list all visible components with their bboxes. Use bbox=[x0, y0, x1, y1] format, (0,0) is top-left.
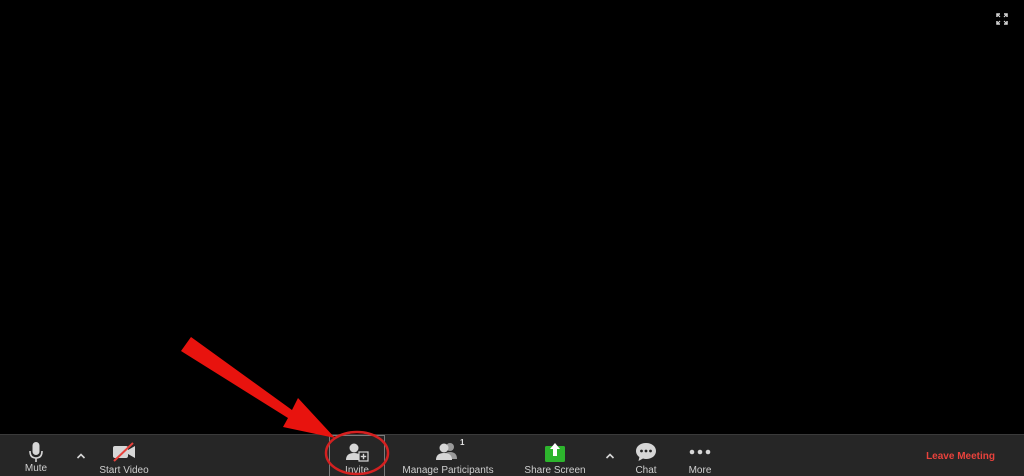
chat-label: Chat bbox=[635, 465, 657, 476]
chat-button[interactable]: Chat bbox=[626, 435, 666, 476]
video-off-icon bbox=[111, 440, 137, 464]
participants-icon bbox=[434, 440, 462, 464]
more-label: More bbox=[688, 465, 712, 476]
share-options-chevron-up-icon[interactable] bbox=[604, 449, 616, 461]
start-video-label: Start Video bbox=[99, 465, 149, 476]
invite-button[interactable]: Invite bbox=[330, 435, 384, 476]
leave-meeting-button[interactable]: Leave Meeting bbox=[926, 451, 995, 462]
meeting-toolbar: Mute Start Video Invite Manage Participa… bbox=[0, 434, 1024, 476]
more-dots-icon bbox=[688, 440, 712, 464]
microphone-icon bbox=[28, 440, 44, 464]
share-screen-label: Share Screen bbox=[524, 465, 586, 476]
video-area bbox=[0, 0, 1024, 434]
mute-button[interactable]: Mute bbox=[16, 435, 56, 476]
meeting-window: Mute Start Video Invite Manage Participa… bbox=[0, 0, 1024, 476]
share-screen-icon bbox=[544, 440, 566, 464]
share-screen-button[interactable]: Share Screen bbox=[522, 435, 588, 476]
manage-participants-label: Manage Participants bbox=[402, 465, 494, 476]
more-button[interactable]: More bbox=[680, 435, 720, 476]
add-user-icon bbox=[345, 440, 369, 464]
mute-label: Mute bbox=[24, 463, 48, 474]
invite-label: Invite bbox=[345, 465, 369, 476]
fullscreen-icon[interactable] bbox=[996, 12, 1008, 25]
audio-options-chevron-up-icon[interactable] bbox=[75, 449, 87, 461]
start-video-button[interactable]: Start Video bbox=[94, 435, 154, 476]
chat-bubble-icon bbox=[634, 440, 658, 464]
manage-participants-button[interactable]: Manage Participants bbox=[400, 435, 496, 476]
participants-count-badge: 1 bbox=[460, 438, 465, 447]
